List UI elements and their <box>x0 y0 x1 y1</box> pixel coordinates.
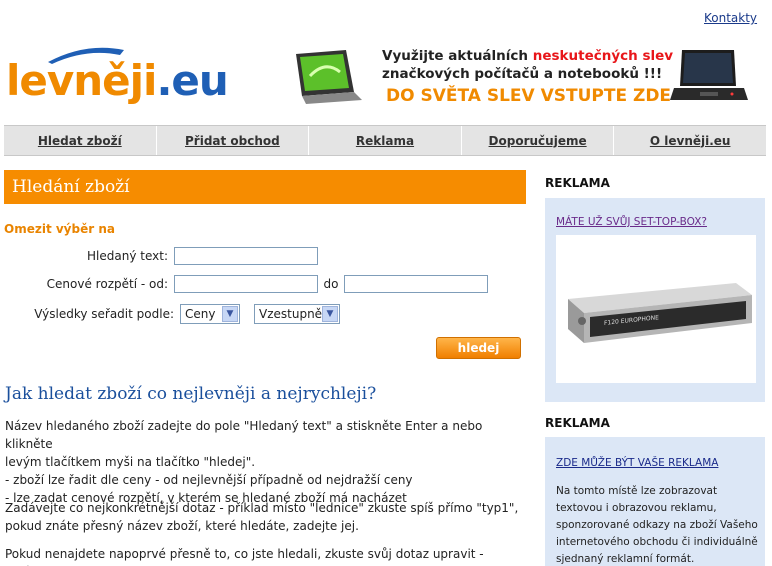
tablet-laptop-icon <box>296 50 362 104</box>
query-row: Hledaný text: <box>4 247 318 265</box>
restrict-label: Omezit výběr na <box>4 222 115 236</box>
ad1-box: MÁTE UŽ SVŮJ SET-TOP-BOX? F120 EUROPHONE <box>545 198 765 402</box>
ad2-box: ZDE MŮŽE BÝT VAŠE REKLAMA Na tomto místě… <box>545 437 765 566</box>
contacts-link[interactable]: Kontakty <box>704 11 757 25</box>
logo-text-main: levněji <box>6 56 157 105</box>
ad2-link[interactable]: ZDE MŮŽE BÝT VAŠE REKLAMA <box>556 457 718 469</box>
price-to-input[interactable] <box>344 275 488 293</box>
sort-order-select[interactable]: Vzestupně ▼ <box>254 304 340 324</box>
help-paragraph-1: Název hledaného zboží zadejte do pole "H… <box>5 419 483 505</box>
help-title: Jak hledat zboží co nejlevněji a nejrych… <box>5 384 377 404</box>
main-navigation: Hledat zboží Přidat obchod Reklama Dopor… <box>4 125 766 156</box>
nav-item-o-levneji[interactable]: O levněji.eu <box>614 126 766 155</box>
ad1-heading: REKLAMA <box>545 176 610 190</box>
site-logo[interactable]: levněji.eu <box>6 46 236 108</box>
sort-order-value: Vzestupně <box>259 307 323 321</box>
banner-line-2: značkových počítačů a notebooků !!! <box>382 66 663 82</box>
price-row: Cenové rozpětí - od: do <box>4 275 488 293</box>
nav-item-reklama[interactable]: Reklama <box>309 126 462 155</box>
price-from-input[interactable] <box>174 275 318 293</box>
ad2-text: Na tomto místě lze zobrazovat textovou i… <box>556 485 758 565</box>
set-top-box-icon: F120 EUROPHONE <box>568 283 752 343</box>
sort-by-value: Ceny <box>185 307 216 321</box>
search-section: Hledání zboží Omezit výběr na <box>4 170 526 236</box>
banner-cta: DO SVĚTA SLEV VSTUPTE ZDE <box>386 86 672 106</box>
ad1-link[interactable]: MÁTE UŽ SVŮJ SET-TOP-BOX? <box>556 216 707 228</box>
search-section-title: Hledání zboží <box>4 170 526 204</box>
help-paragraph-2: Zadávejte co nejkonkrétnější dotaz - pří… <box>5 501 519 533</box>
price-from-label: Cenové rozpětí - od: <box>46 277 168 291</box>
nav-item-doporucujeme[interactable]: Doporučujeme <box>462 126 615 155</box>
nav-item-pridat-obchod[interactable]: Přidat obchod <box>157 126 310 155</box>
price-to-label: do <box>323 277 339 291</box>
chevron-down-icon[interactable]: ▼ <box>222 306 238 322</box>
sort-label: Výsledky seřadit podle: <box>34 307 174 321</box>
query-input[interactable] <box>174 247 318 265</box>
promo-banner[interactable]: Využijte aktuálních neskutečných slev zn… <box>290 44 752 110</box>
query-label: Hledaný text: <box>87 249 168 263</box>
nav-item-hledat[interactable]: Hledat zboží <box>4 126 157 155</box>
help-paragraph-3: Pokud nenajdete napoprvé přesně to, co j… <box>5 547 484 566</box>
search-button[interactable]: hledej <box>436 337 521 359</box>
logo-text-tld: .eu <box>156 56 228 105</box>
settopbox-image[interactable]: F120 EUROPHONE <box>556 235 756 383</box>
notebook-icon <box>670 50 748 100</box>
banner-line-1: Využijte aktuálních neskutečných slev <box>382 48 674 64</box>
chevron-down-icon[interactable]: ▼ <box>322 306 338 322</box>
sort-row: Výsledky seřadit podle: Ceny ▼ Vzestupně… <box>4 304 340 324</box>
ad2-heading: REKLAMA <box>545 416 610 430</box>
sort-by-select[interactable]: Ceny ▼ <box>180 304 240 324</box>
